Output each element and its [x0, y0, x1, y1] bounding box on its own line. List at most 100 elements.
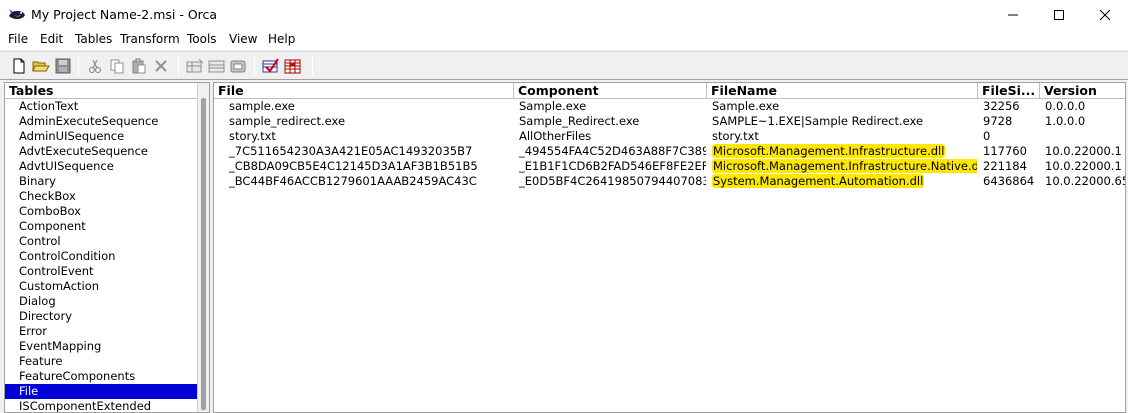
- table-list-item[interactable]: ActionText: [5, 99, 197, 114]
- table-row[interactable]: sample_redirect.exe Sample_Redirect.exe SA…: [214, 114, 1125, 129]
- component-cell[interactable]: AllOtherFiles: [516, 129, 706, 144]
- delete-icon[interactable]: [152, 57, 170, 75]
- table-list-item[interactable]: AdminExecuteSequence: [5, 114, 197, 129]
- version-cell[interactable]: 10.0.22000.1: [1042, 144, 1125, 159]
- menu-tables[interactable]: Tables: [75, 32, 112, 46]
- version-cell[interactable]: [1042, 129, 1125, 144]
- filesize-cell[interactable]: 117760: [980, 144, 1038, 159]
- table-list-item[interactable]: Error: [5, 324, 197, 339]
- highlighted-filename: Microsoft.Management.Infrastructure.Nati…: [712, 159, 977, 173]
- main-area: Tables ActionText AdminExecuteSequence Adm…: [0, 80, 1128, 413]
- component-cell[interactable]: _E1B1F1CD6B2FAD546EF8FE2EFC9...: [516, 159, 706, 174]
- version-cell[interactable]: 10.0.22000.1: [1042, 159, 1125, 174]
- version-cell[interactable]: 0.0.0.0: [1042, 99, 1125, 114]
- file-cell[interactable]: _BC44BF46ACCB1279601AAAB2459AC43C: [226, 174, 512, 189]
- menu-view[interactable]: View: [229, 32, 257, 46]
- filesize-cell[interactable]: 6436864: [980, 174, 1038, 189]
- file-cell[interactable]: _CB8DA09CB5E4C12145D3A1AF3B1B51B5: [226, 159, 512, 174]
- table-validate-icon[interactable]: [284, 57, 302, 75]
- filename-cell[interactable]: story.txt: [709, 129, 977, 144]
- filesize-cell[interactable]: 221184: [980, 159, 1038, 174]
- table-list-item[interactable]: AdminUISequence: [5, 129, 197, 144]
- tables-scrollbar[interactable]: [197, 83, 209, 412]
- tables-list: ActionText AdminExecuteSequence AdminUISeq…: [5, 99, 197, 412]
- component-cell[interactable]: Sample.exe: [516, 99, 706, 114]
- filename-cell[interactable]: System.Management.Automation.dll: [709, 174, 977, 189]
- add-table-icon[interactable]: [186, 57, 204, 75]
- file-cell[interactable]: sample_redirect.exe: [226, 114, 512, 129]
- column-header-filename[interactable]: FileName: [707, 83, 978, 99]
- close-button[interactable]: [1082, 0, 1128, 30]
- filesize-cell[interactable]: 32256: [980, 99, 1038, 114]
- column-header-component[interactable]: Component: [514, 83, 707, 99]
- table-list-item[interactable]: AdvtUISequence: [5, 159, 197, 174]
- table-list-item[interactable]: EventMapping: [5, 339, 197, 354]
- table-list-item[interactable]: ISComponentExtended: [5, 399, 197, 412]
- filename-cell[interactable]: Microsoft.Management.Infrastructure.Nati…: [709, 159, 977, 174]
- menu-transform[interactable]: Transform: [120, 32, 180, 46]
- component-cell[interactable]: _E0D5BF4C264198507944070837D...: [516, 174, 706, 189]
- table-list-item[interactable]: ComboBox: [5, 204, 197, 219]
- orca-whale-icon: [8, 7, 26, 23]
- table-list-item[interactable]: Dialog: [5, 294, 197, 309]
- table-list-item[interactable]: AdvtExecuteSequence: [5, 144, 197, 159]
- save-icon[interactable]: [54, 57, 72, 75]
- grid-rows: sample.exe Sample.exe Sample.exe 32256 0.0.0…: [214, 99, 1125, 189]
- version-cell[interactable]: 1.0.0.0: [1042, 114, 1125, 129]
- add-row-icon[interactable]: [208, 57, 226, 75]
- table-list-item[interactable]: Feature: [5, 354, 197, 369]
- table-list-item[interactable]: Directory: [5, 309, 197, 324]
- table-row[interactable]: story.txt AllOtherFiles story.txt 0: [214, 129, 1125, 144]
- tables-scrollbar-thumb[interactable]: [201, 98, 206, 410]
- column-header-filesize[interactable]: FileSi...: [978, 83, 1040, 99]
- minimize-button[interactable]: [990, 0, 1036, 30]
- table-list-item[interactable]: Component: [5, 219, 197, 234]
- table-list-item[interactable]: ControlCondition: [5, 249, 197, 264]
- validate-icon[interactable]: [262, 57, 280, 75]
- menu-bar: File Edit Tables Transform Tools View He…: [0, 30, 1128, 50]
- drop-table-icon[interactable]: [230, 57, 248, 75]
- table-list-item[interactable]: CheckBox: [5, 189, 197, 204]
- table-list-item[interactable]: CustomAction: [5, 279, 197, 294]
- table-row[interactable]: sample.exe Sample.exe Sample.exe 32256 0.0.0…: [214, 99, 1125, 114]
- file-cell[interactable]: story.txt: [226, 129, 512, 144]
- menu-help[interactable]: Help: [268, 32, 295, 46]
- table-row[interactable]: _BC44BF46ACCB1279601AAAB2459AC43C _E0D5BF…: [214, 174, 1125, 189]
- table-list-item[interactable]: Control: [5, 234, 197, 249]
- tables-header: Tables: [5, 83, 197, 99]
- table-list-item[interactable]: Binary: [5, 174, 197, 189]
- filesize-cell[interactable]: 0: [980, 129, 1038, 144]
- maximize-button[interactable]: [1036, 0, 1082, 30]
- menu-file[interactable]: File: [8, 32, 28, 46]
- paste-icon[interactable]: [130, 57, 148, 75]
- highlighted-filename: Microsoft.Management.Infrastructure.dll: [712, 144, 946, 158]
- table-row[interactable]: _7C511654230A3A421E05AC14932035B7 _494554…: [214, 144, 1125, 159]
- component-cell[interactable]: Sample_Redirect.exe: [516, 114, 706, 129]
- file-cell[interactable]: sample.exe: [226, 99, 512, 114]
- new-file-icon[interactable]: [10, 57, 28, 75]
- cut-icon[interactable]: [86, 57, 104, 75]
- menu-edit[interactable]: Edit: [40, 32, 63, 46]
- title-bar: My Project Name-2.msi - Orca: [0, 0, 1128, 30]
- toolbar: [0, 51, 1128, 80]
- tables-pane: Tables ActionText AdminExecuteSequence Adm…: [4, 82, 210, 413]
- column-header-version[interactable]: Version: [1040, 83, 1125, 99]
- table-list-item[interactable]: ControlEvent: [5, 264, 197, 279]
- filename-cell[interactable]: Microsoft.Management.Infrastructure.dll: [709, 144, 977, 159]
- file-cell[interactable]: _7C511654230A3A421E05AC14932035B7: [226, 144, 512, 159]
- filename-cell[interactable]: Sample.exe: [709, 99, 977, 114]
- open-folder-icon[interactable]: [32, 57, 50, 75]
- filename-cell[interactable]: SAMPLE~1.EXE|Sample Redirect.exe: [709, 114, 977, 129]
- table-list-item[interactable]: File: [5, 384, 197, 399]
- window-title: My Project Name-2.msi - Orca: [31, 7, 218, 22]
- grid-header: File Component FileName FileSi... Versio…: [214, 83, 1125, 99]
- copy-icon[interactable]: [108, 57, 126, 75]
- component-cell[interactable]: _494554FA4C52D463A88F7C389B...: [516, 144, 706, 159]
- table-list-item[interactable]: FeatureComponents: [5, 369, 197, 384]
- filesize-cell[interactable]: 9728: [980, 114, 1038, 129]
- highlighted-filename: System.Management.Automation.dll: [712, 174, 925, 188]
- version-cell[interactable]: 10.0.22000.65: [1042, 174, 1125, 189]
- table-row[interactable]: _CB8DA09CB5E4C12145D3A1AF3B1B51B5 _E1B1F1…: [214, 159, 1125, 174]
- column-header-file[interactable]: File: [214, 83, 514, 99]
- menu-tools[interactable]: Tools: [187, 32, 217, 46]
